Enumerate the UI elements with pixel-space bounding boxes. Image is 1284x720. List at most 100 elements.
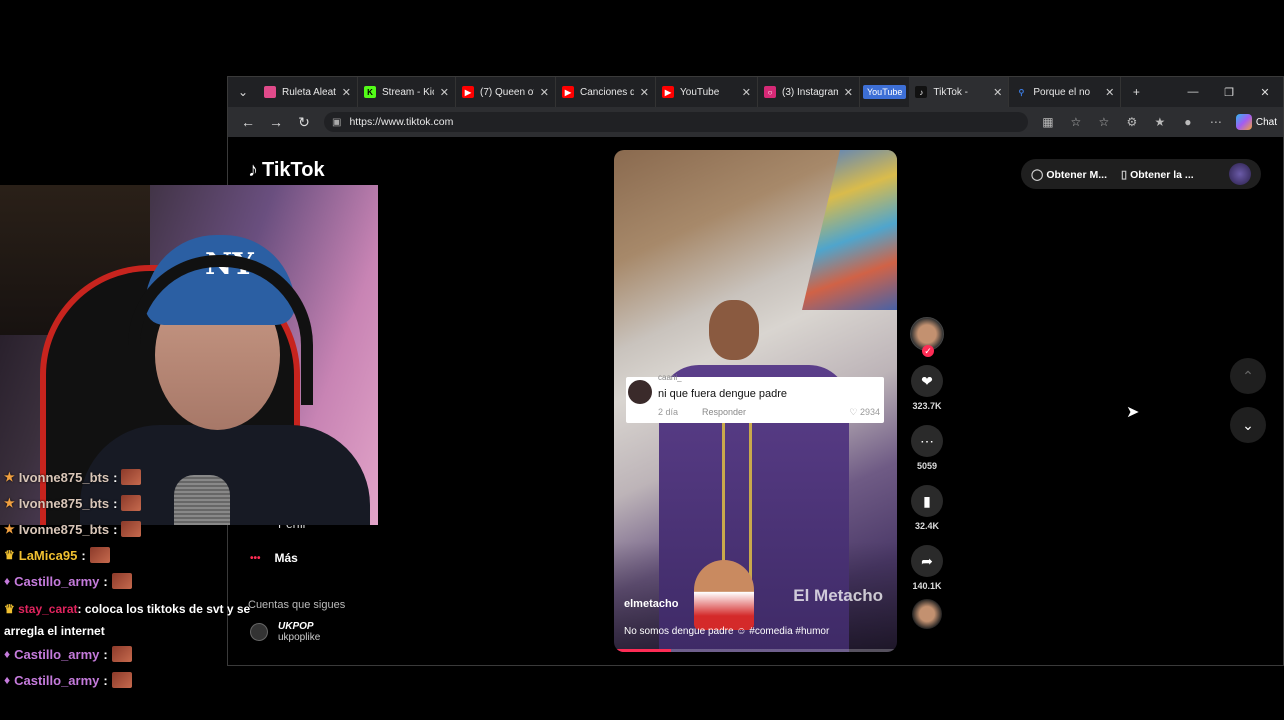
chat-message: ★ Ivonne875_bts: [4, 469, 142, 485]
tab-canciones[interactable]: ▶Canciones de✕ [556, 77, 656, 107]
chat-username: Ivonne875_bts [18, 521, 110, 537]
chat-separator: : [81, 547, 86, 563]
new-tab-button[interactable]: + [1121, 85, 1151, 99]
commenter-avatar [628, 380, 652, 404]
comment-count: 5059 [916, 461, 938, 471]
previous-video-button[interactable]: ⌃ [1230, 358, 1266, 394]
chat-separator: : [113, 495, 118, 511]
tab-close-icon[interactable]: ✕ [993, 86, 1002, 99]
tab-close-icon[interactable]: ✕ [540, 86, 549, 99]
follow-plus-icon[interactable]: ✓ [922, 345, 934, 357]
chat-username: LaMica95 [18, 547, 78, 563]
video-player[interactable]: El Metacho elmetacho No somos dengue pad… [614, 150, 897, 652]
like-count: 323.7K [912, 401, 942, 411]
share-action[interactable]: ➦ 140.1K [907, 545, 947, 591]
get-app-label: Obtener la ... [1130, 168, 1194, 181]
share-icon[interactable]: ➦ [911, 545, 943, 577]
stained-glass-window [802, 150, 897, 310]
user-avatar[interactable] [1229, 163, 1251, 185]
chat-separator: : [103, 573, 108, 589]
close-window-button[interactable]: ✕ [1247, 86, 1283, 99]
tab-ruleta[interactable]: Ruleta Aleator✕ [258, 77, 358, 107]
chat-badge-icon: ★ [4, 522, 15, 536]
reload-button[interactable]: ↻ [290, 114, 318, 131]
tab-queen[interactable]: ▶ (7) Queen of ✕ [456, 77, 556, 107]
tab-tiktok[interactable]: ♪ TikTok - ✕ [909, 77, 1010, 107]
more-menu-icon[interactable]: ⋯ [1202, 115, 1230, 129]
youtube-favicon: ▶ [562, 86, 574, 98]
address-bar[interactable]: ▣ https://www.tiktok.com [324, 112, 1028, 132]
copilot-chat-button[interactable]: Chat [1235, 114, 1277, 130]
priest-head [709, 300, 759, 360]
tab-close-icon[interactable]: ✕ [1105, 86, 1114, 99]
save-count: 32.4K [914, 521, 940, 531]
chat-username: stay_carat [18, 602, 78, 616]
action-rail: ✓ ❤ 323.7K ⋯ 5059 ▮ 32.4K ➦ 140.1K [907, 317, 947, 629]
phone-icon: ▯ [1121, 168, 1128, 181]
tab-instagram[interactable]: ○ (3) Instagram ✕ [758, 77, 860, 107]
read-aloud-icon[interactable]: ▦ [1034, 115, 1062, 129]
profile-icon[interactable]: ● [1174, 115, 1202, 129]
creator-overlay [694, 560, 754, 630]
chat-emote [111, 573, 132, 589]
heart-icon[interactable]: ❤ [911, 365, 943, 397]
back-button[interactable]: ← [234, 114, 262, 130]
video-progress[interactable] [614, 649, 897, 652]
following-item[interactable]: UKPOP ukpoplike [250, 621, 320, 643]
creator-avatar[interactable]: ✓ [910, 317, 944, 357]
video-progress-fill [614, 649, 671, 652]
restore-button[interactable]: ❐ [1211, 86, 1247, 99]
chat-emote [121, 495, 142, 511]
tab-close-icon[interactable]: ✕ [342, 86, 351, 99]
like-action[interactable]: ❤ 323.7K [907, 365, 947, 411]
tab-close-icon[interactable]: ✕ [640, 86, 649, 99]
chat-separator: : [113, 521, 118, 537]
chat-badge-icon: ♛ [4, 602, 15, 616]
coin-icon: ◯ [1031, 168, 1044, 181]
lock-icon[interactable]: ▣ [332, 117, 341, 128]
tab-youtube[interactable]: ▶ YouTube ✕ [656, 77, 758, 107]
comment-icon[interactable]: ⋯ [911, 425, 943, 457]
comment-date: 2 día [658, 407, 679, 417]
chat-emote [121, 469, 142, 485]
youtube-favicon: ▶ [462, 86, 474, 98]
tab-close-icon[interactable]: ✕ [440, 86, 449, 99]
tab-close-icon[interactable]: ✕ [742, 86, 751, 99]
sidebar-item-more[interactable]: ••• Más [250, 551, 298, 565]
get-app-button[interactable]: ▯ Obtener la ... [1121, 168, 1194, 181]
comment-action[interactable]: ⋯ 5059 [907, 425, 947, 471]
minimize-button[interactable]: — [1175, 86, 1211, 98]
favorite-icon[interactable]: ☆ [1090, 115, 1118, 129]
video-watermark: El Metacho [793, 586, 883, 605]
collections-icon[interactable]: ★ [1146, 115, 1174, 129]
music-disc[interactable] [912, 599, 942, 629]
tab-strip: ⌄ Ruleta Aleator✕ KStream - Kick✕ ▶(7) Q… [228, 77, 1283, 107]
forward-button[interactable]: → [262, 114, 290, 130]
tab-list-button[interactable]: ⌄ [228, 85, 258, 99]
chat-message: ♦ Castillo_army: [4, 573, 132, 589]
chat-emote [121, 521, 142, 537]
get-coins-label: Obtener M... [1046, 168, 1107, 181]
translate-icon[interactable]: ☆ [1062, 115, 1090, 129]
chat-username: Castillo_army [14, 646, 100, 662]
tiktok-logo[interactable]: ♪ TikTok [248, 159, 325, 182]
tab-kick[interactable]: KStream - Kick✕ [358, 77, 456, 107]
bookmark-icon[interactable]: ▮ [911, 485, 943, 517]
chat-message-long: ♛ stay_carat: coloca los tiktoks de svt … [4, 598, 254, 642]
youtube-favicon: ▶ [662, 86, 674, 98]
next-video-button[interactable]: ⌄ [1230, 407, 1266, 443]
tab-close-icon[interactable]: ✕ [844, 86, 853, 99]
save-action[interactable]: ▮ 32.4K [907, 485, 947, 531]
chat-badge-icon: ♦ [4, 647, 11, 661]
ruleta-favicon [264, 86, 276, 98]
tab-porque[interactable]: ⚲ Porque el no ✕ [1009, 77, 1122, 107]
get-coins-button[interactable]: ◯ Obtener M... [1031, 168, 1107, 181]
chat-username: Ivonne875_bts [18, 495, 110, 511]
tab-group-badge[interactable]: YouTube [863, 85, 907, 99]
tiktok-logo-text: TikTok [262, 159, 325, 181]
comment-reply: Responder [702, 407, 747, 417]
video-username[interactable]: elmetacho [624, 598, 678, 610]
extensions-icon[interactable]: ⚙ [1118, 115, 1146, 129]
instagram-favicon: ○ [764, 86, 776, 98]
chat-message: ★ Ivonne875_bts: [4, 495, 142, 511]
